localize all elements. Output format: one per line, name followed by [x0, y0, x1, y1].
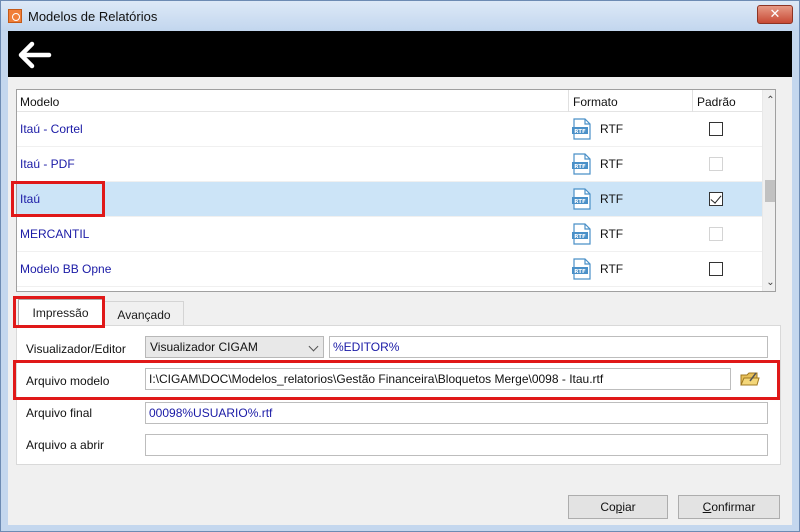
row-model-name: Itaú - PDF	[20, 157, 75, 171]
grid-header: Modelo Formato Padrão	[17, 90, 762, 112]
rtf-file-icon: RTF	[572, 258, 591, 280]
rtf-file-icon: RTF	[572, 223, 591, 245]
row-format: RTF	[600, 227, 624, 241]
row-model-name: Modelo BB Opne	[20, 262, 112, 276]
arquivo-abrir-label: Arquivo a abrir	[26, 438, 105, 452]
back-arrow-icon[interactable]	[18, 41, 52, 69]
column-header-modelo[interactable]: Modelo	[20, 95, 59, 109]
vertical-scrollbar[interactable]: ⌃ ⌄	[762, 90, 775, 291]
padrao-checkbox	[709, 157, 723, 171]
rtf-file-icon: RTF	[572, 118, 591, 140]
copiar-button[interactable]: Copiar	[568, 495, 668, 519]
copiar-label-part: Co	[600, 500, 616, 514]
copiar-label-part: iar	[622, 500, 636, 514]
tab-label: Avançado	[117, 308, 171, 322]
scroll-up-icon[interactable]: ⌃	[763, 92, 775, 109]
visualizador-value: Visualizador CIGAM	[150, 340, 258, 354]
column-header-formato[interactable]: Formato	[573, 95, 618, 109]
column-separator	[692, 90, 693, 112]
row-format: RTF	[600, 122, 624, 136]
rtf-file-icon: RTF	[572, 153, 591, 175]
visualizador-select[interactable]: Visualizador CIGAM	[145, 336, 324, 358]
svg-text:RTF: RTF	[574, 199, 586, 205]
editor-field[interactable]: %EDITOR%	[329, 336, 768, 358]
row-format: RTF	[600, 157, 624, 171]
padrao-checkbox[interactable]	[709, 192, 723, 206]
padrao-checkbox[interactable]	[709, 262, 723, 276]
highlight-selected-row	[11, 181, 105, 217]
column-separator	[568, 90, 569, 112]
row-format: RTF	[600, 262, 624, 276]
tab-avancado[interactable]: Avançado	[104, 301, 184, 327]
confirmar-label-part: onfirmar	[711, 500, 756, 514]
app-icon	[8, 9, 22, 23]
padrao-checkbox[interactable]	[709, 122, 723, 136]
highlight-tab	[13, 296, 105, 328]
dialog-content: Modelo Formato Padrão Itaú - Cortel RTF …	[8, 77, 792, 525]
row-model-name: Itaú - Cortel	[20, 122, 83, 136]
svg-text:RTF: RTF	[574, 129, 586, 135]
dialog-window: Modelos de Relatórios ✕ Modelo Formato P…	[0, 0, 800, 532]
table-row[interactable]: Itaú RTF RTF	[17, 182, 762, 217]
scroll-down-icon[interactable]: ⌄	[763, 274, 775, 291]
arquivo-abrir-field[interactable]	[145, 434, 768, 456]
chevron-down-icon	[308, 341, 319, 352]
svg-text:RTF: RTF	[574, 164, 586, 170]
svg-text:RTF: RTF	[574, 234, 586, 240]
toolbar	[8, 31, 792, 77]
table-row[interactable]: Itaú - PDF RTF RTF	[17, 147, 762, 182]
column-header-padrao[interactable]: Padrão	[697, 95, 736, 109]
svg-text:RTF: RTF	[574, 269, 586, 275]
table-row[interactable]: MERCANTIL RTF RTF	[17, 217, 762, 252]
models-grid: Modelo Formato Padrão Itaú - Cortel RTF …	[16, 89, 776, 292]
close-button[interactable]: ✕	[757, 5, 793, 24]
table-row[interactable]: Itaú - Cortel RTF RTF	[17, 112, 762, 147]
row-model-name: MERCANTIL	[20, 227, 90, 241]
arquivo-final-label: Arquivo final	[26, 406, 93, 420]
padrao-checkbox	[709, 227, 723, 241]
rtf-file-icon: RTF	[572, 188, 591, 210]
scroll-thumb[interactable]	[765, 180, 775, 202]
arquivo-final-field[interactable]: 00098%USUARIO%.rtf	[145, 402, 768, 424]
confirmar-button[interactable]: Confirmar	[678, 495, 780, 519]
table-row[interactable]: Modelo BB Opne RTF RTF	[17, 252, 762, 287]
window-title: Modelos de Relatórios	[28, 9, 158, 24]
visualizador-label: Visualizador/Editor	[26, 342, 126, 356]
row-format: RTF	[600, 192, 624, 206]
title-bar: Modelos de Relatórios ✕	[1, 1, 799, 31]
highlight-arquivo-modelo	[13, 360, 780, 400]
